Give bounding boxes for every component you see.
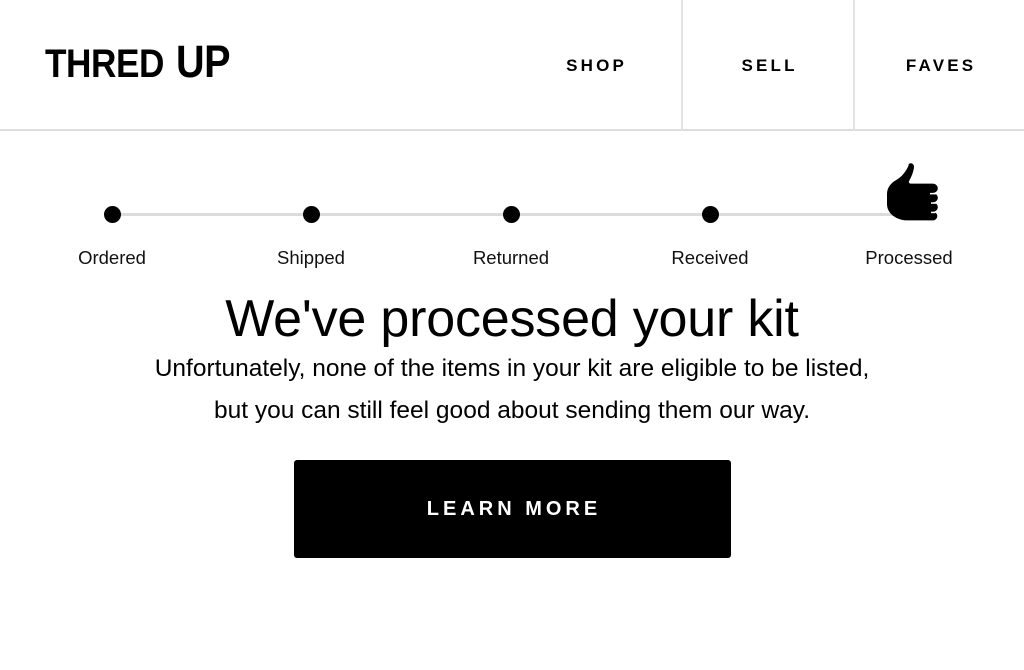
learn-more-button[interactable]: LEARN MORE xyxy=(293,460,731,559)
hero-description-line-1: Unfortunately, none of the items in your… xyxy=(154,355,870,383)
order-progress-stepper: Ordered Shipped Returned Received Proces… xyxy=(0,131,1024,291)
main-navigation: SHOP SELL FAVES xyxy=(509,0,1024,131)
hero-description: Unfortunately, none of the items in your… xyxy=(0,348,1024,432)
cta-container: LEARN MORE xyxy=(0,460,1024,559)
step-label-shipped: Shipped xyxy=(277,247,345,268)
step-dot-icon-received xyxy=(701,206,719,223)
step-dot-icon-ordered xyxy=(103,206,121,223)
step-dot-icon-returned xyxy=(502,206,520,223)
hero-description-line-2: but you can still feel good about sendin… xyxy=(213,397,811,425)
page-title: We've processed your kit xyxy=(225,290,799,348)
logo-text-thred: THRED xyxy=(45,41,165,86)
thredup-logo[interactable]: THRED UP xyxy=(45,36,238,88)
step-label-returned: Returned xyxy=(472,247,550,268)
thumbs-up-icon xyxy=(881,163,945,233)
site-header: THRED UP SHOP SELL FAVES xyxy=(0,0,1024,131)
nav-item-faves[interactable]: FAVES xyxy=(853,0,1024,131)
step-label-ordered: Ordered xyxy=(78,247,146,268)
nav-item-shop[interactable]: SHOP xyxy=(509,0,681,131)
nav-item-sell[interactable]: SELL xyxy=(681,0,853,131)
step-label-processed: Processed xyxy=(865,247,953,268)
step-dot-icon-shipped xyxy=(302,206,320,223)
hero-section: We've processed your kit Unfortunately, … xyxy=(0,290,1024,559)
logo-text-up: UP xyxy=(176,36,231,88)
step-label-received: Received xyxy=(671,247,749,268)
